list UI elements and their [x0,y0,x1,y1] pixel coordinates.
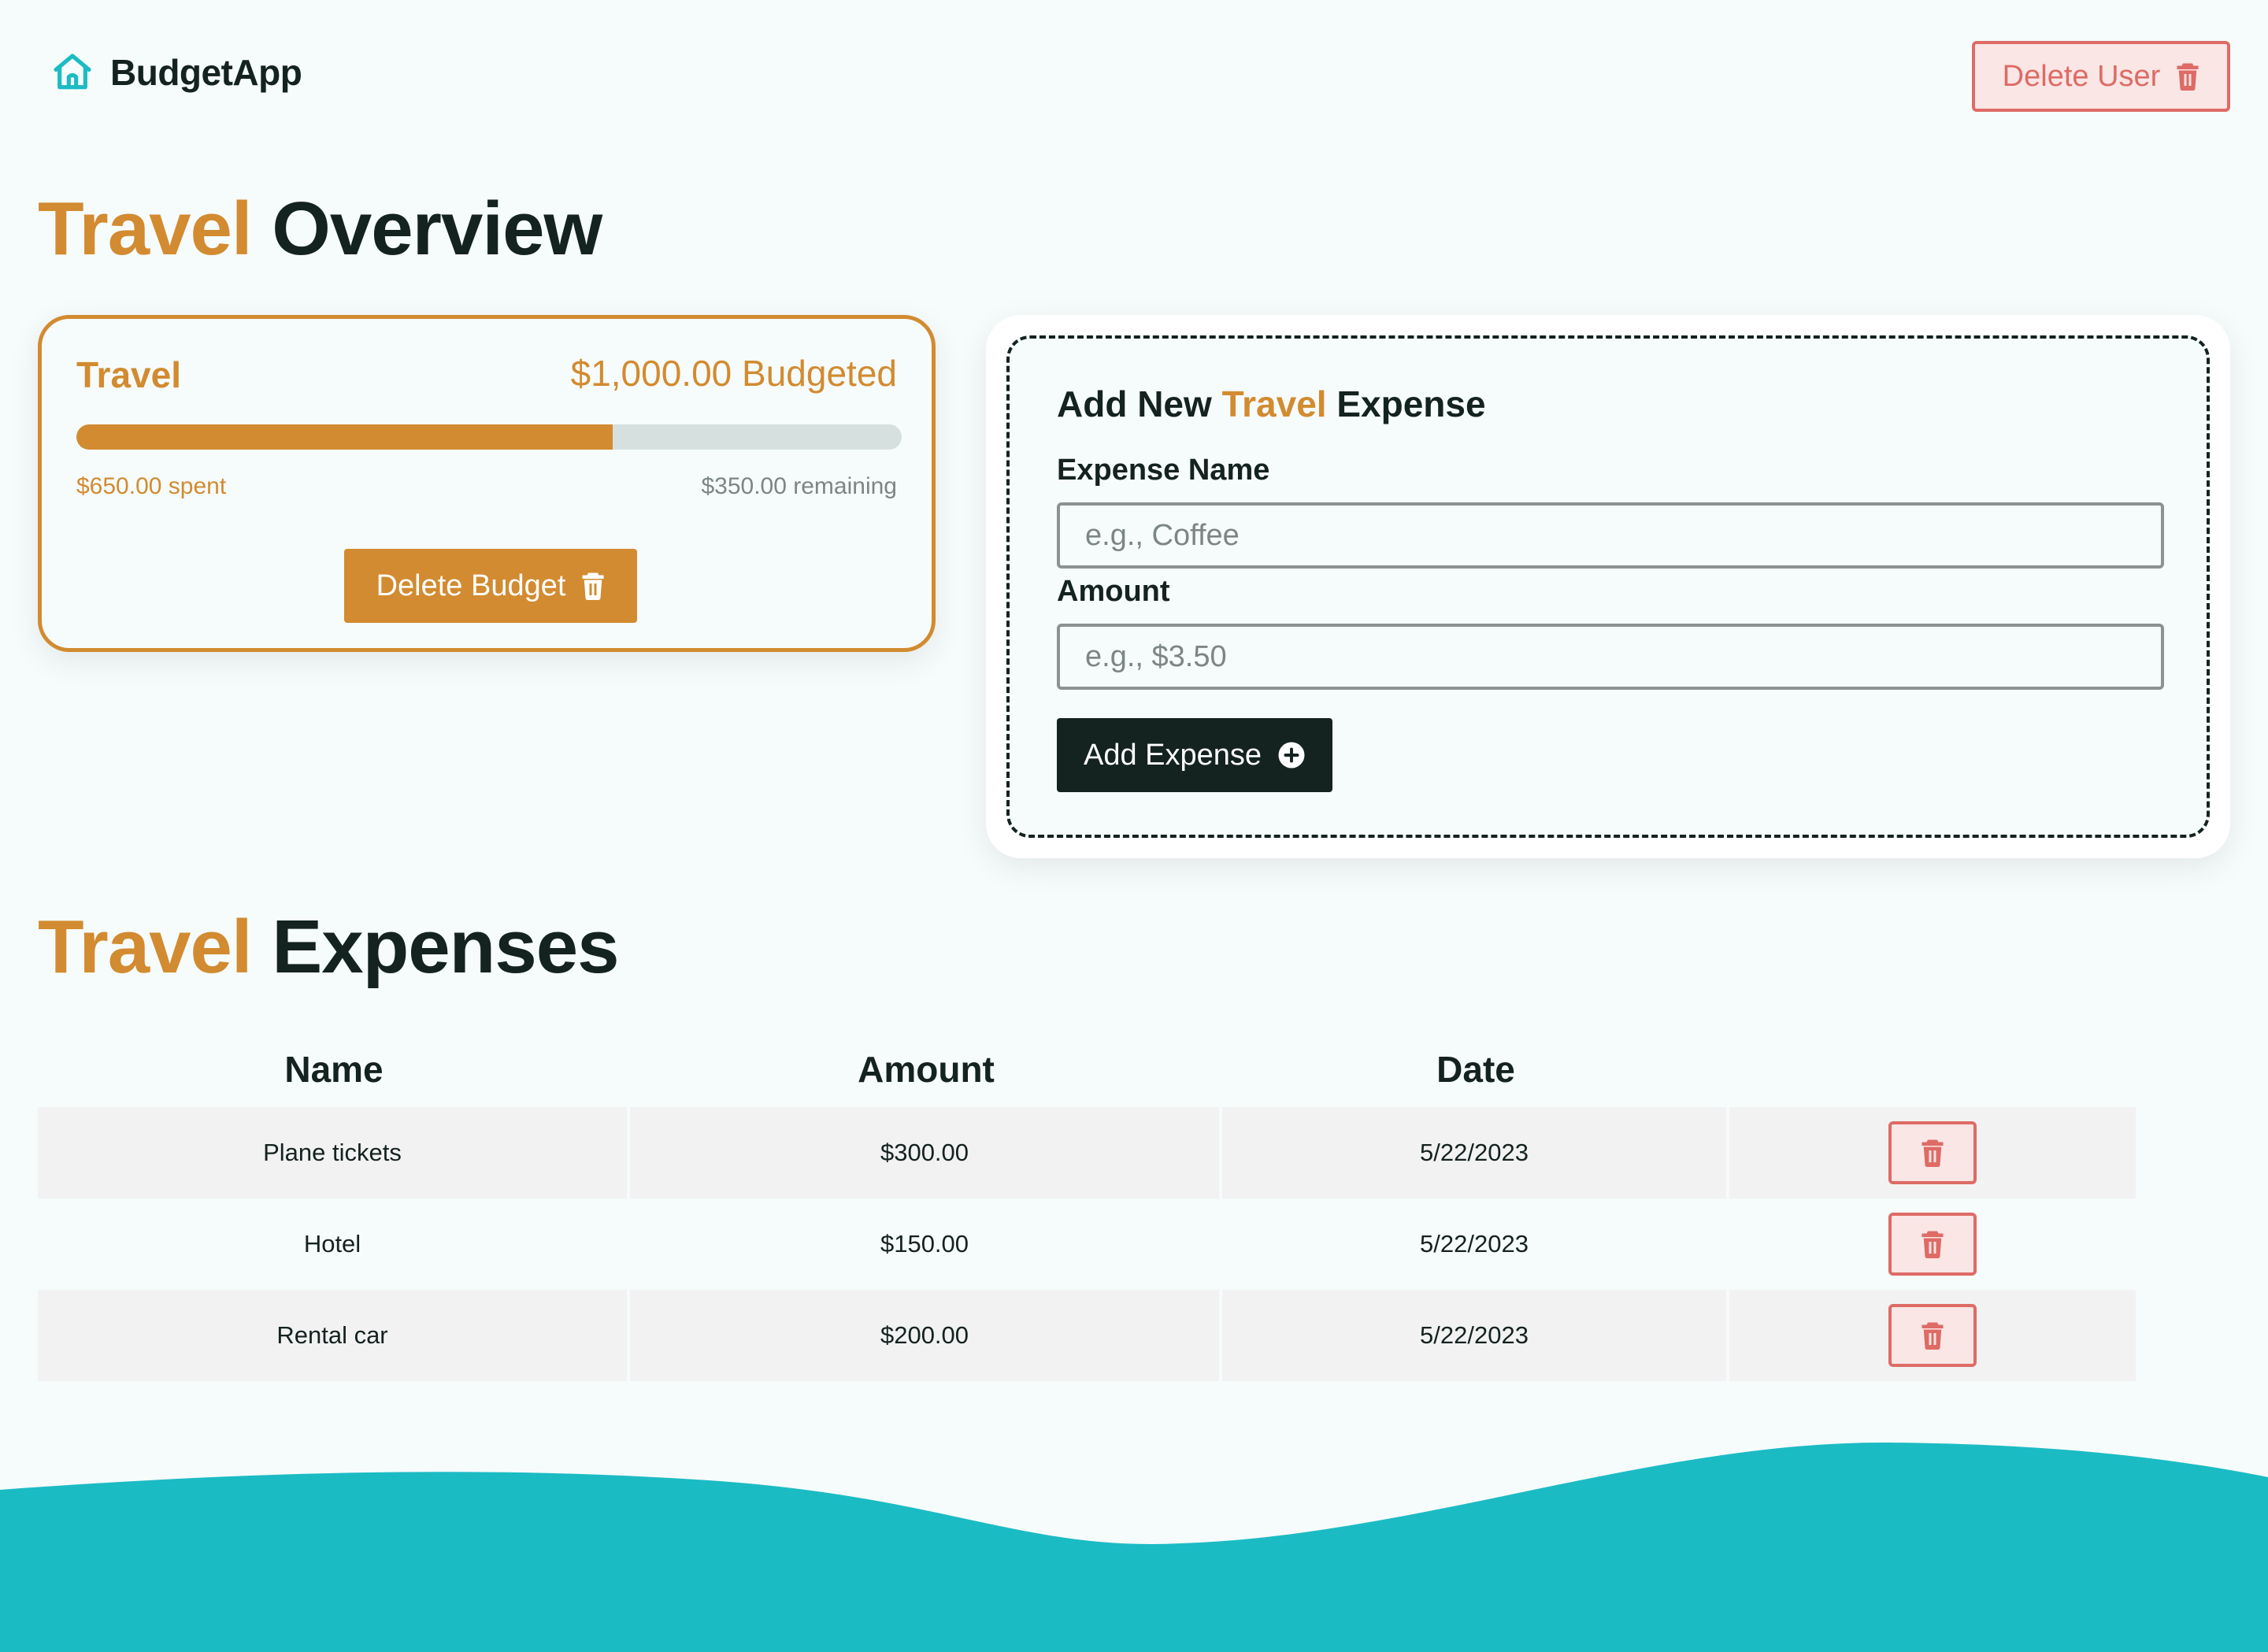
budget-amount: $1,000.00 Budgeted [570,353,897,394]
add-expense-title-accent: Travel [1221,383,1327,424]
budget-spent: $650.00 spent [76,473,227,499]
table-header: Name Amount Date [38,1032,2136,1107]
trash-icon [582,572,604,600]
page: BudgetApp Delete User Travel Overview Tr… [0,0,2268,1652]
delete-budget-label: Delete Budget [376,569,566,602]
delete-user-label: Delete User [2002,59,2161,93]
add-expense-card: Add New Travel Expense Expense Name Amou… [986,315,2230,858]
header-brand[interactable]: BudgetApp [50,50,302,94]
home-icon [54,54,91,90]
trash-icon [1922,1139,1944,1167]
trash-icon [1922,1231,1944,1258]
add-expense-label: Add Expense [1083,738,1262,772]
column-header-name: Name [284,1049,384,1090]
expense-actions-cell [1729,1290,2136,1381]
overview-title: Travel Overview [38,186,602,272]
delete-budget-button[interactable]: Delete Budget [344,549,637,623]
expense-date-cell: 5/22/2023 [1222,1198,1729,1290]
expenses-table: Name Amount Date Plane tickets $300.00 5… [38,1032,2136,1381]
expense-amount-label: Amount [1057,575,1170,608]
expense-amount-cell: $300.00 [630,1107,1222,1198]
expense-name-label: Expense Name [1057,454,1270,487]
plus-circle-icon [1278,742,1305,769]
expense-date-cell: 5/22/2023 [1222,1290,1729,1381]
budget-progress-bar [76,424,902,450]
expense-actions-cell [1729,1198,2136,1290]
trash-icon [1922,1322,1944,1350]
delete-expense-button[interactable] [1888,1121,1977,1184]
footer-wave [0,1442,2268,1652]
expenses-title: Travel Expenses [38,904,619,991]
expense-amount-input[interactable] [1057,624,2164,690]
add-expense-title-prefix: Add New [1057,383,1222,424]
add-expense-title-suffix: Expense [1326,383,1486,424]
brand-name: BudgetApp [110,52,302,93]
expense-name-input[interactable] [1057,502,2164,569]
overview-title-rest: Overview [251,187,602,271]
delete-user-button[interactable]: Delete User [1972,41,2230,112]
expense-date-cell: 5/22/2023 [1222,1107,1729,1198]
budget-card: Travel $1,000.00 Budgeted $650.00 spent … [38,315,936,652]
expense-name-cell: Rental car [38,1290,630,1381]
add-expense-title: Add New Travel Expense [1057,383,1486,425]
expense-amount-cell: $200.00 [630,1290,1222,1381]
expense-name-cell: Hotel [38,1198,630,1290]
budget-remaining: $350.00 remaining [701,473,897,499]
expense-name-cell: Plane tickets [38,1107,630,1198]
table-row: Hotel $150.00 5/22/2023 [38,1198,2136,1290]
expense-actions-cell [1729,1107,2136,1198]
expenses-title-rest: Expenses [251,905,619,989]
trash-icon [2177,63,2199,91]
overview-title-accent: Travel [38,187,253,271]
delete-expense-button[interactable] [1888,1304,1977,1367]
expense-amount-cell: $150.00 [630,1198,1222,1290]
delete-expense-button[interactable] [1888,1213,1977,1276]
table-row: Rental car $200.00 5/22/2023 [38,1290,2136,1381]
add-expense-form: Add New Travel Expense Expense Name Amou… [1006,335,2210,838]
column-header-amount: Amount [858,1049,995,1090]
expenses-title-accent: Travel [38,905,253,989]
table-row: Plane tickets $300.00 5/22/2023 [38,1107,2136,1198]
budget-name: Travel [76,354,181,395]
add-expense-button[interactable]: Add Expense [1057,718,1332,792]
column-header-date: Date [1436,1049,1515,1090]
budget-progress-fill [76,424,613,450]
